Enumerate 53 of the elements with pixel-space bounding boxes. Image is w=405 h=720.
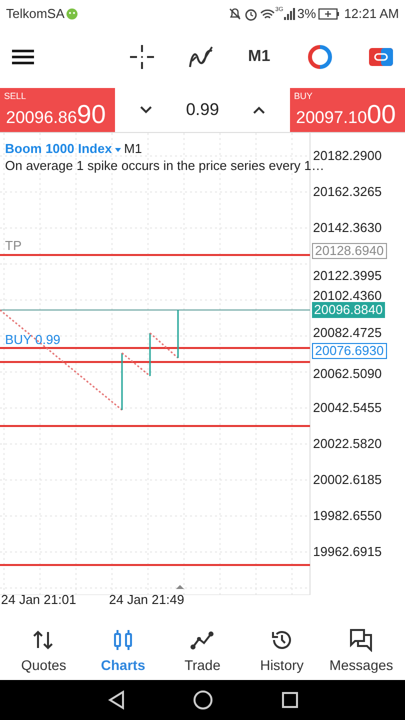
nav-tab[interactable]: Charts <box>91 628 156 676</box>
alarm-icon <box>244 7 258 21</box>
decrease-volume-icon[interactable] <box>139 105 153 115</box>
price-tick: 20062.5090 <box>313 367 382 381</box>
time-tick: 24 Jan 21:49 <box>109 591 184 609</box>
price-tick: 20022.5820 <box>313 437 382 451</box>
crosshair-icon[interactable] <box>130 45 154 69</box>
carrier-name: TelkomSA <box>6 5 65 24</box>
price-tick: 20162.3265 <box>313 185 382 199</box>
back-icon[interactable] <box>106 690 124 710</box>
tp-label: TP <box>5 237 22 255</box>
increase-volume-icon[interactable] <box>252 105 266 115</box>
price-tick: 20102.4360 <box>313 289 382 303</box>
order-price-label: 20076.6930 <box>312 343 387 359</box>
robot-icon <box>66 8 78 20</box>
sell-button[interactable]: SELL 20096.8690 <box>0 88 115 132</box>
scroll-marker-icon[interactable] <box>176 585 184 589</box>
time-tick: 24 Jan 21:01 <box>1 591 76 609</box>
volume-value: 0.99 <box>186 99 220 122</box>
home-icon[interactable] <box>192 690 212 710</box>
order-label: BUY 0.99 <box>5 331 60 349</box>
timeframe-button[interactable]: M1 <box>248 45 270 69</box>
battery-icon <box>318 8 340 20</box>
chart-timeframe: M1 <box>124 141 142 157</box>
menu-icon[interactable] <box>12 48 34 66</box>
buy-button[interactable]: BUY 20097.1000 <box>290 88 405 132</box>
nav-tab[interactable]: Messages <box>329 628 394 676</box>
price-tick: 20142.3630 <box>313 221 382 235</box>
current-price-label: 20096.8840 <box>312 302 385 318</box>
nav-tab[interactable]: History <box>250 628 314 676</box>
order-icon[interactable] <box>369 48 393 66</box>
price-tick: 20042.5455 <box>313 401 382 415</box>
price-tick: 20082.4725 <box>313 326 382 340</box>
recents-icon[interactable] <box>280 691 298 709</box>
price-tick: 19962.6915 <box>313 545 382 559</box>
price-tick: 19982.6550 <box>313 509 382 523</box>
signal-icon <box>283 8 296 20</box>
symbol-name[interactable]: Boom 1000 Index <box>5 141 112 157</box>
nav-tab[interactable]: Quotes <box>12 628 76 676</box>
messages-icon <box>349 628 374 652</box>
price-tick: 20002.6185 <box>313 473 382 487</box>
history-icon <box>270 628 294 652</box>
wifi-icon <box>260 8 276 20</box>
price-tick: 20122.3995 <box>313 269 382 283</box>
muted-bell-icon <box>228 7 242 21</box>
nav-tab[interactable]: Trade <box>170 628 234 676</box>
clock-time: 12:21 AM <box>344 5 399 24</box>
tp-price-label: 20128.6940 <box>312 243 387 259</box>
price-tick: 20182.2900 <box>313 149 382 163</box>
dropdown-icon[interactable] <box>114 145 122 153</box>
ring-icon[interactable] <box>308 45 332 69</box>
battery-level: 3% <box>297 5 316 24</box>
indicator-icon[interactable] <box>188 45 214 69</box>
